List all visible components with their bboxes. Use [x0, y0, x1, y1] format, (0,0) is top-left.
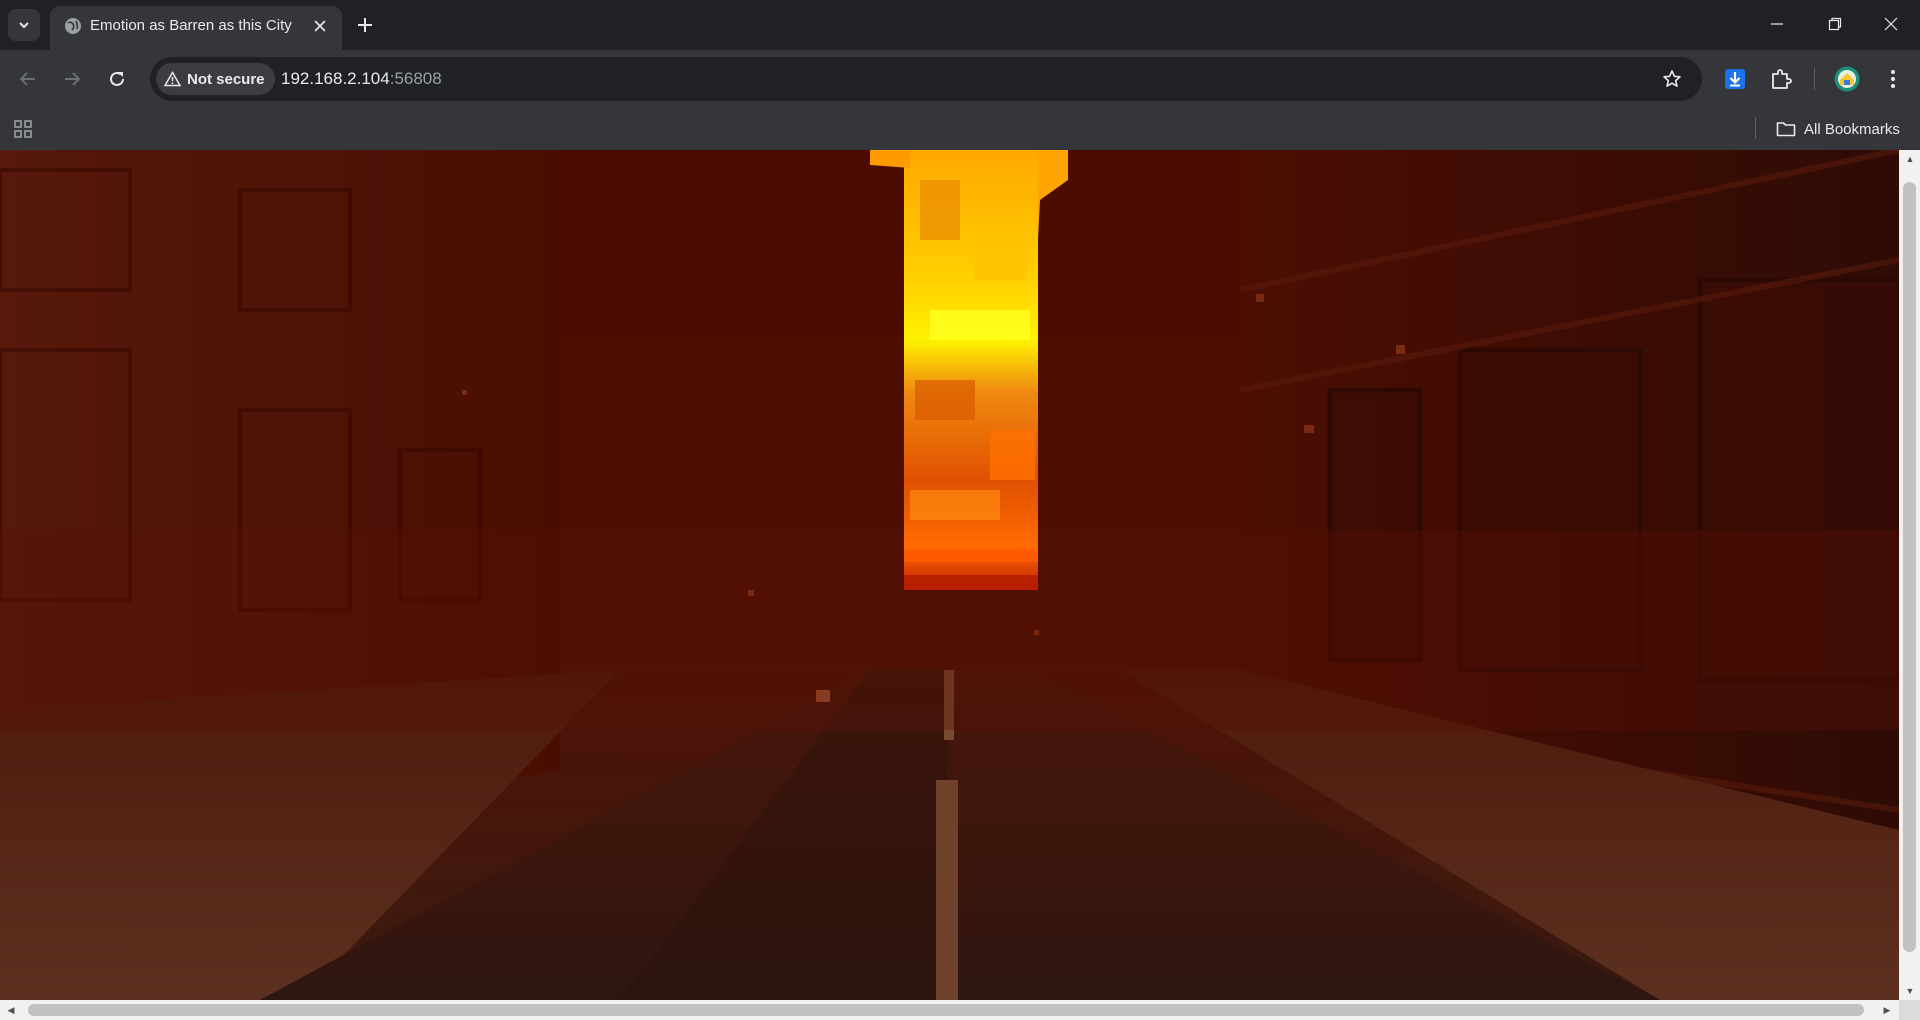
download-icon	[1725, 69, 1745, 89]
active-tab[interactable]: Emotion as Barren as this City	[50, 6, 342, 50]
tab-title: Emotion as Barren as this City	[90, 17, 292, 34]
close-icon	[314, 20, 326, 32]
security-chip[interactable]: Not secure	[156, 63, 275, 95]
url-port: :56808	[389, 69, 442, 88]
forward-button[interactable]	[57, 64, 87, 94]
vertical-scroll-thumb[interactable]	[1903, 182, 1916, 952]
window-close-button[interactable]	[1862, 0, 1920, 48]
scrollbar-corner	[1899, 1000, 1920, 1020]
scroll-up-arrow[interactable]: ▲	[1903, 152, 1917, 166]
minimize-button[interactable]	[1748, 0, 1806, 48]
scroll-left-arrow[interactable]: ◀	[4, 1003, 18, 1017]
restore-button[interactable]	[1806, 0, 1864, 48]
url-text[interactable]: 192.168.2.104:56808	[281, 69, 442, 89]
bookmark-star-button[interactable]	[1657, 64, 1687, 94]
horizontal-scrollbar[interactable]: ◀ ▶	[0, 1000, 1899, 1020]
browser-toolbar: Not secure 192.168.2.104:56808	[0, 50, 1920, 108]
arrow-right-icon	[65, 72, 81, 86]
all-bookmarks-label: All Bookmarks	[1804, 120, 1900, 138]
plus-icon	[358, 18, 372, 32]
url-host: 192.168.2.104	[281, 69, 390, 88]
folder-icon	[1776, 122, 1796, 137]
avatar	[1834, 66, 1860, 92]
bookmarks-separator	[1755, 117, 1756, 139]
profile-button[interactable]	[1832, 64, 1862, 94]
horizontal-scroll-thumb[interactable]	[28, 1004, 1864, 1016]
all-bookmarks-button[interactable]: All Bookmarks	[1776, 116, 1900, 142]
reload-button[interactable]	[102, 64, 132, 94]
tab-close-button[interactable]	[308, 14, 332, 38]
warning-icon	[164, 71, 181, 87]
scroll-right-arrow[interactable]: ▶	[1880, 1003, 1894, 1017]
kebab-menu-icon	[1891, 70, 1895, 88]
download-button[interactable]	[1720, 64, 1750, 94]
address-bar[interactable]: Not secure 192.168.2.104:56808	[150, 57, 1702, 101]
back-button[interactable]	[13, 64, 43, 94]
scroll-down-arrow[interactable]: ▼	[1903, 984, 1917, 998]
game-canvas[interactable]	[0, 150, 1899, 1000]
toolbar-divider	[1814, 68, 1815, 90]
tab-strip: Emotion as Barren as this City	[0, 0, 1920, 50]
restore-icon	[1828, 17, 1842, 31]
new-tab-button[interactable]	[350, 10, 380, 40]
vertical-scrollbar[interactable]: ▲ ▼	[1899, 150, 1920, 1000]
game-scene	[0, 150, 1899, 1000]
minimize-icon	[1771, 23, 1783, 25]
chevron-down-icon	[19, 22, 29, 29]
browser-menu-button[interactable]	[1878, 64, 1908, 94]
extensions-button[interactable]	[1766, 64, 1796, 94]
apps-grid-icon[interactable]	[12, 118, 34, 140]
reload-icon	[110, 71, 124, 86]
star-icon	[1663, 70, 1681, 87]
tab-search-button[interactable]	[8, 9, 40, 41]
puzzle-icon	[1772, 69, 1792, 89]
globe-icon	[65, 18, 81, 34]
security-chip-label: Not secure	[187, 70, 265, 88]
arrow-left-icon	[19, 72, 35, 86]
close-icon	[1884, 17, 1898, 31]
bookmarks-bar: All Bookmarks	[0, 108, 1920, 150]
